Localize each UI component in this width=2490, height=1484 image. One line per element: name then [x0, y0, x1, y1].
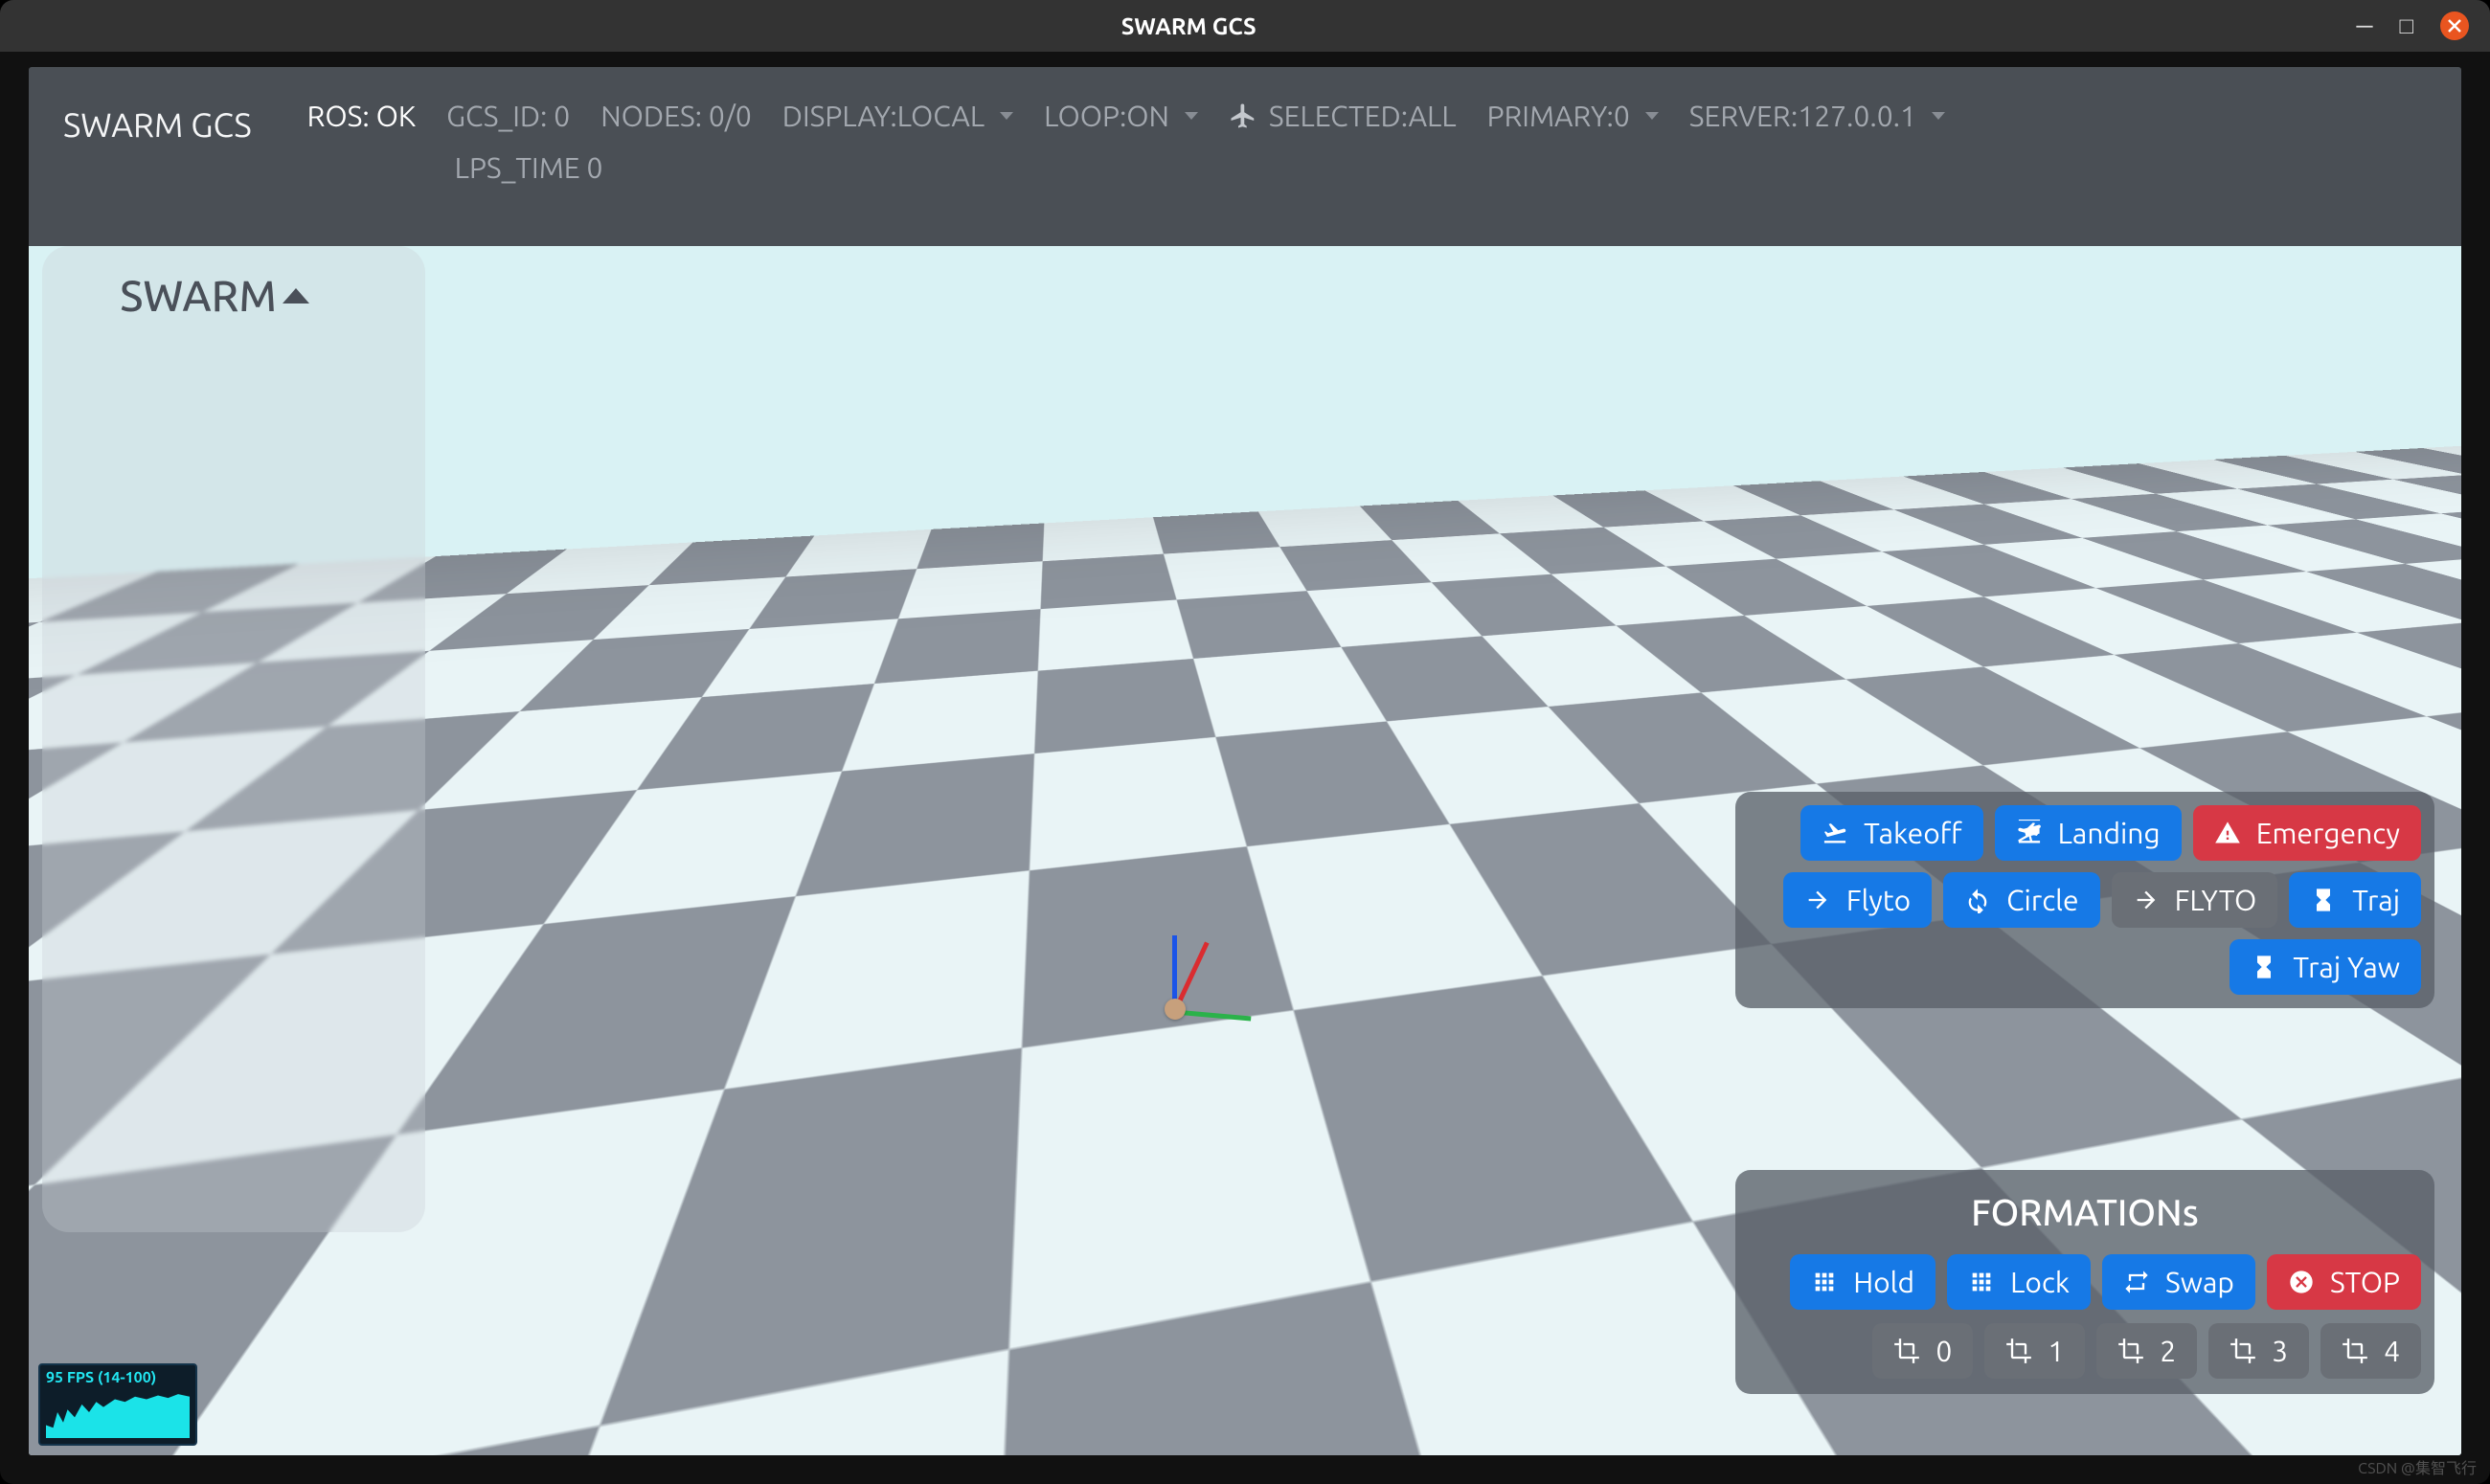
- viewport-3d[interactable]: SWARM Takeoff Landing Emergency: [29, 246, 2461, 1455]
- flyto-caps-button[interactable]: FLYTO: [2112, 872, 2278, 928]
- stop-button[interactable]: STOP: [2267, 1254, 2421, 1310]
- preset-label: 1: [2048, 1335, 2064, 1367]
- command-panel: Takeoff Landing Emergency Flyto Circle: [1735, 792, 2434, 1008]
- swap-label: Swap: [2165, 1266, 2234, 1298]
- close-icon: [2447, 18, 2462, 34]
- grid-icon: [1968, 1269, 1995, 1295]
- warning-icon: [2214, 820, 2241, 846]
- dropdown-primary[interactable]: PRIMARY:0: [1472, 90, 1674, 142]
- chevron-down-icon: [1185, 112, 1198, 120]
- traj-yaw-button[interactable]: Traj Yaw: [2230, 939, 2421, 995]
- dropdown-server[interactable]: SERVER:127.0.0.1: [1674, 90, 1960, 142]
- hourglass-icon: [2251, 954, 2277, 980]
- formation-preset-3[interactable]: 3: [2208, 1323, 2309, 1379]
- airplane-icon: [1229, 101, 1257, 130]
- circle-button[interactable]: Circle: [1943, 872, 2099, 928]
- preset-label: 0: [1935, 1335, 1952, 1367]
- chevron-up-icon: [283, 288, 309, 304]
- crop-icon: [2230, 1338, 2256, 1364]
- maximize-button[interactable]: □: [2400, 12, 2414, 40]
- close-button[interactable]: [2440, 11, 2469, 40]
- formation-preset-0[interactable]: 0: [1872, 1323, 1973, 1379]
- emergency-label: Emergency: [2256, 817, 2400, 849]
- formation-preset-4[interactable]: 4: [2320, 1323, 2421, 1379]
- landing-button[interactable]: Landing: [1995, 805, 2182, 861]
- status-gcs-id: GCS_ID: 0: [431, 90, 585, 142]
- takeoff-icon: [1822, 820, 1848, 846]
- lock-button[interactable]: Lock: [1947, 1254, 2091, 1310]
- status-nodes: NODES: 0/0: [585, 90, 767, 142]
- refresh-icon: [1964, 887, 1991, 913]
- formations-title: FORMATIONs: [1749, 1193, 2421, 1233]
- circle-label: Circle: [2006, 884, 2078, 916]
- landing-icon: [2016, 820, 2043, 846]
- landing-label: Landing: [2058, 817, 2161, 849]
- crop-icon: [2005, 1338, 2032, 1364]
- fps-graph: [46, 1386, 190, 1438]
- flyto-label: Flyto: [1846, 884, 1911, 916]
- crop-icon: [2117, 1338, 2144, 1364]
- traj-button[interactable]: Traj: [2289, 872, 2421, 928]
- hold-button[interactable]: Hold: [1790, 1254, 1935, 1310]
- dropdown-display[interactable]: DISPLAY:LOCAL: [767, 90, 1029, 142]
- chevron-down-icon: [1000, 112, 1013, 120]
- emergency-button[interactable]: Emergency: [2193, 805, 2421, 861]
- fps-label: 95 FPS (14-100): [46, 1369, 190, 1386]
- app-brand: SWARM GCS: [29, 67, 292, 246]
- swap-button[interactable]: Swap: [2102, 1254, 2255, 1310]
- traj-label: Traj: [2352, 884, 2400, 916]
- watermark: CSDN @集智飞行: [2358, 1455, 2477, 1478]
- crop-icon: [2342, 1338, 2368, 1364]
- preset-label: 3: [2272, 1335, 2288, 1367]
- arrow-right-icon: [1804, 887, 1831, 913]
- status-ros: ROS: OK: [292, 90, 431, 142]
- flyto-button[interactable]: Flyto: [1783, 872, 1932, 928]
- lock-label: Lock: [2010, 1266, 2070, 1298]
- preset-label: 2: [2160, 1335, 2176, 1367]
- swarm-side-panel: SWARM: [42, 246, 425, 1232]
- swarm-panel-header[interactable]: SWARM: [42, 246, 425, 320]
- preset-label: 4: [2384, 1335, 2400, 1367]
- formation-preset-1[interactable]: 1: [1984, 1323, 2085, 1379]
- grid-icon: [1811, 1269, 1838, 1295]
- minimize-button[interactable]: ─: [2356, 12, 2372, 40]
- crop-icon: [1893, 1338, 1920, 1364]
- origin-gizmo: [1172, 935, 1249, 1012]
- dropdown-loop[interactable]: LOOP:ON: [1029, 90, 1213, 142]
- takeoff-button[interactable]: Takeoff: [1800, 805, 1983, 861]
- hourglass-icon: [2310, 887, 2337, 913]
- formations-panel: FORMATIONs Hold Lock Swap: [1735, 1170, 2434, 1394]
- chevron-down-icon: [1932, 112, 1945, 120]
- window-titlebar: SWARM GCS ─ □: [0, 0, 2490, 52]
- takeoff-label: Takeoff: [1864, 817, 1962, 849]
- origin-marker: [1165, 999, 1186, 1020]
- status-selected: SELECTED:ALL: [1213, 90, 1472, 142]
- formation-preset-2[interactable]: 2: [2096, 1323, 2197, 1379]
- arrow-right-icon: [2133, 887, 2160, 913]
- navbar: SWARM GCS ROS: OK GCS_ID: 0 NODES: 0/0 D…: [29, 67, 2461, 246]
- chevron-down-icon: [1645, 112, 1659, 120]
- cancel-icon: [2288, 1269, 2315, 1295]
- fps-monitor: 95 FPS (14-100): [38, 1363, 197, 1446]
- swap-icon: [2123, 1269, 2150, 1295]
- traj-yaw-label: Traj Yaw: [2293, 951, 2400, 983]
- window-title: SWARM GCS: [21, 13, 2356, 39]
- flyto-caps-label: FLYTO: [2175, 884, 2257, 916]
- stop-label: STOP: [2330, 1266, 2400, 1298]
- hold-label: Hold: [1853, 1266, 1914, 1298]
- status-lps-time: LPS_TIME 0: [292, 142, 619, 193]
